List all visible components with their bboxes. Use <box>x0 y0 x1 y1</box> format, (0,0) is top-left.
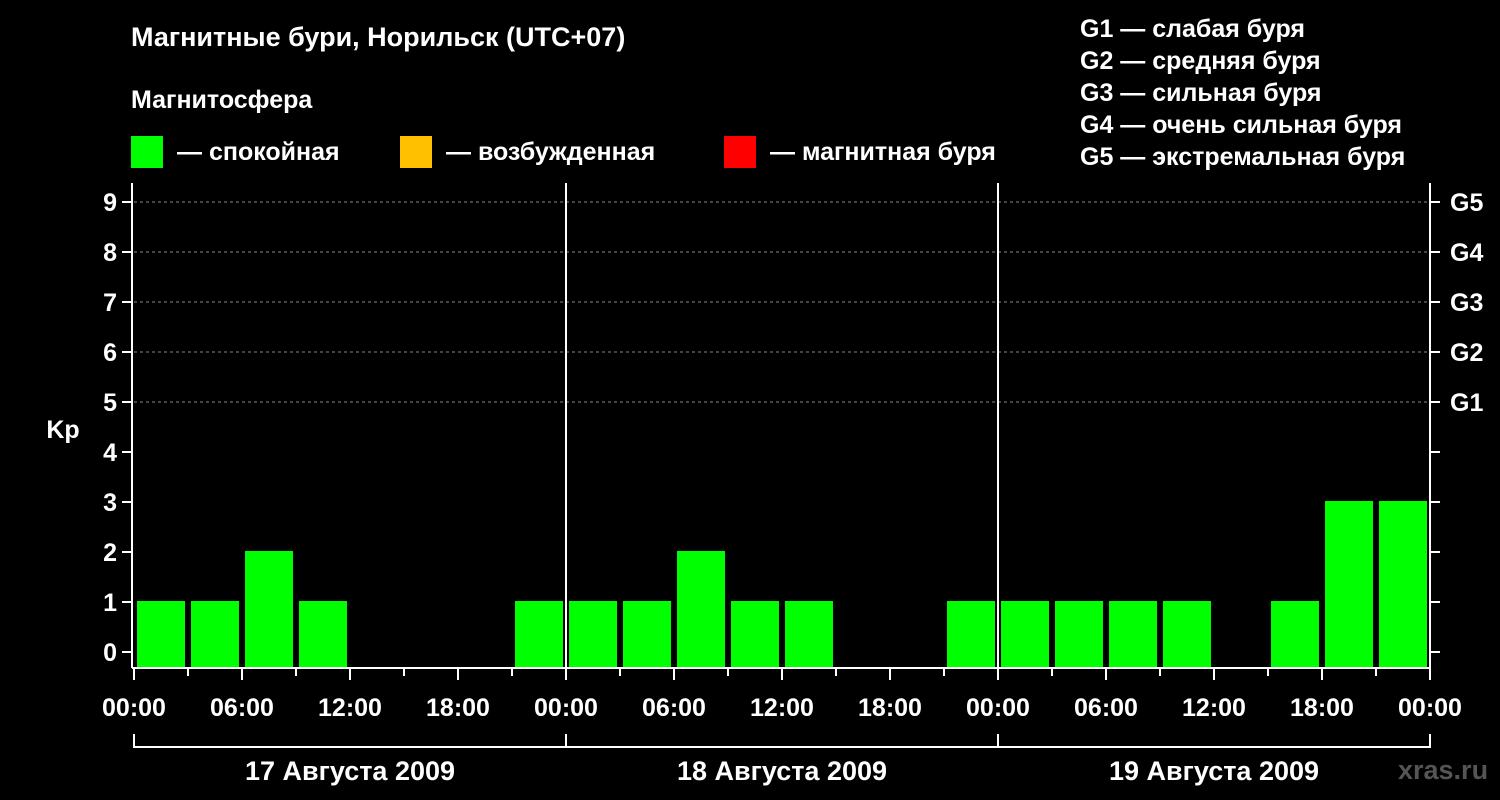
bar <box>623 601 671 668</box>
bar <box>731 601 779 668</box>
x-tick-label: 18:00 <box>426 694 490 722</box>
x-tick-label: 00:00 <box>102 694 166 722</box>
x-tick-label: 06:00 <box>210 694 274 722</box>
x-tick-label: 06:00 <box>642 694 706 722</box>
y-axis-label: Kp <box>46 416 79 444</box>
y-tick-label: 2 <box>103 539 117 567</box>
bar <box>299 601 347 668</box>
bar <box>785 601 833 668</box>
day-label: 17 Августа 2009 <box>245 756 455 786</box>
y-tick-label: 5 <box>103 389 117 417</box>
x-tick-label: 12:00 <box>1182 694 1246 722</box>
bar <box>1001 601 1049 668</box>
x-tick-label: 00:00 <box>534 694 598 722</box>
x-tick-label: 00:00 <box>1398 694 1462 722</box>
bar <box>137 601 185 668</box>
bar <box>245 551 293 668</box>
x-tick-label: 06:00 <box>1074 694 1138 722</box>
y-tick-label: 9 <box>103 189 117 217</box>
bar <box>1379 501 1427 668</box>
bar <box>515 601 563 668</box>
y-tick-label: 1 <box>103 589 117 617</box>
y-tick-label: 7 <box>103 289 117 317</box>
bar <box>1271 601 1319 668</box>
kp-chart: 0 1 2 3 4 5 6 7 8 9 G1 G2 G3 G4 G5 Kp 00:00 06:00 12:00 18:… <box>46 183 1483 786</box>
day-label: 19 Августа 2009 <box>1109 756 1319 786</box>
g-level-label: G2 <box>1450 339 1483 367</box>
x-tick-label: 18:00 <box>1290 694 1354 722</box>
y-tick-label: 8 <box>103 239 117 267</box>
watermark: xras.ru <box>1398 755 1489 785</box>
bar <box>569 601 617 668</box>
bar <box>1325 501 1373 668</box>
bar <box>1055 601 1103 668</box>
y-tick-label: 4 <box>103 439 117 467</box>
g-level-label: G3 <box>1450 289 1483 317</box>
y-tick-label: 0 <box>103 639 117 667</box>
x-tick-label: 12:00 <box>750 694 814 722</box>
x-tick-label: 12:00 <box>318 694 382 722</box>
bar <box>677 551 725 668</box>
x-tick-label: 00:00 <box>966 694 1030 722</box>
g-level-label: G1 <box>1450 389 1483 417</box>
y-tick-label: 6 <box>103 339 117 367</box>
g-level-label: G4 <box>1450 239 1483 267</box>
bar <box>1109 601 1157 668</box>
y-tick-label: 3 <box>103 489 117 517</box>
bar <box>191 601 239 668</box>
bar <box>1163 601 1211 668</box>
x-tick-label: 18:00 <box>858 694 922 722</box>
bar <box>947 601 995 668</box>
g-level-label: G5 <box>1450 189 1483 217</box>
day-label: 18 Августа 2009 <box>677 756 887 786</box>
